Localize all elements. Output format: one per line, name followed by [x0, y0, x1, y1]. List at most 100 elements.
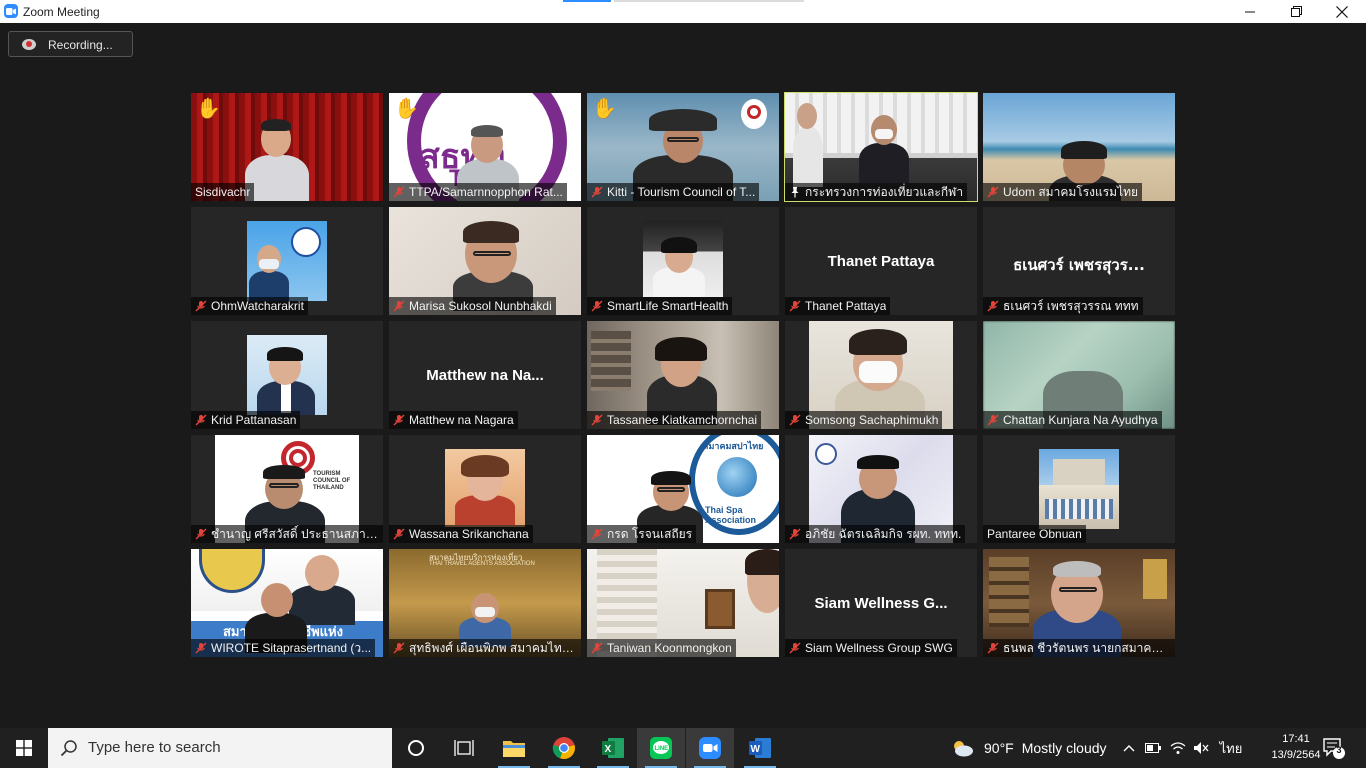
participant-name: TTPA/Samarnnopphon Rat...: [389, 183, 567, 201]
weather-description: Mostly cloudy: [1021, 740, 1107, 756]
participant-name: Pantaree Obnuan: [983, 525, 1086, 543]
participant-display-name: Matthew na Na...: [426, 367, 544, 384]
minimize-button[interactable]: [1227, 0, 1273, 23]
muted-mic-icon: [987, 186, 999, 198]
network-button[interactable]: [1166, 728, 1190, 768]
muted-mic-icon: [591, 300, 603, 312]
participant-name: Wassana Srikanchana: [389, 525, 533, 543]
weather-temperature: 90°F: [984, 740, 1014, 756]
participant-name: Krid Pattanasan: [191, 411, 301, 429]
restore-button[interactable]: [1273, 0, 1319, 23]
participant-name: Taniwan Koonmongkon: [587, 639, 736, 657]
participant-name: Siam Wellness Group SWG: [785, 639, 957, 657]
taskbar-clock[interactable]: 17:41 13/9/2564: [1269, 731, 1323, 763]
start-button[interactable]: [0, 728, 48, 768]
line-button[interactable]: LINE: [637, 728, 685, 768]
participant-tile[interactable]: ✋ Kitti - Tourism Council of T...: [587, 93, 779, 201]
participant-tile[interactable]: Marisa Sukosol Nunbhakdi: [389, 207, 581, 315]
participant-tile[interactable]: SmartLife SmartHealth: [587, 207, 779, 315]
window-titlebar: Zoom Meeting: [0, 0, 1366, 23]
participant-tile[interactable]: สมาคมบั...อาชีพแห่ง WIROTE Sitaprasertna…: [191, 549, 383, 657]
participant-tile[interactable]: Chattan Kunjara Na Ayudhya: [983, 321, 1175, 429]
word-icon: W: [749, 738, 771, 758]
participant-tile[interactable]: TOURISM COUNCIL OF THAILAND ชำนาญ ศรีสวั…: [191, 435, 383, 543]
participant-tile[interactable]: ธนพล ชีวรัตนพร นายกสมาคม ...: [983, 549, 1175, 657]
close-button[interactable]: [1319, 0, 1365, 23]
participant-name: ธนพล ชีวรัตนพร นายกสมาคม ...: [983, 639, 1175, 657]
raised-hand-icon: ✋: [592, 98, 617, 120]
participant-tile[interactable]: สมาคมไทยบริการท่องเที่ยว THAI TRAVEL AGE…: [389, 549, 581, 657]
participant-name: อภิชัย ฉัตรเฉลิมกิจ รผท. ททท.: [785, 525, 966, 543]
logo-sub: THAI TRAVEL AGENTS ASSOCIATION: [429, 561, 535, 567]
excel-button[interactable]: X: [589, 728, 637, 768]
participant-tile[interactable]: สธทท TTPA ✋ TTPA/Samarnnopphon Rat...: [389, 93, 581, 201]
participant-tile[interactable]: OhmWatcharakrit: [191, 207, 383, 315]
participant-name: Somsong Sachaphimukh: [785, 411, 943, 429]
input-language: ไทย: [1219, 740, 1243, 756]
participant-name: Chattan Kunjara Na Ayudhya: [983, 411, 1162, 429]
chrome-button[interactable]: [540, 728, 588, 768]
svg-text:LINE: LINE: [655, 746, 669, 752]
participant-tile[interactable]: Pantaree Obnuan: [983, 435, 1175, 543]
participant-tile[interactable]: ✋ Sisdivachr: [191, 93, 383, 201]
muted-mic-icon: [591, 186, 603, 198]
participant-tile[interactable]: Matthew na Na... Matthew na Nagara: [389, 321, 581, 429]
battery-icon: [1145, 743, 1161, 753]
participant-tile-active-speaker[interactable]: กระทรวงการท่องเที่ยวและกีฬา: [784, 92, 978, 202]
pin-icon: [791, 187, 799, 198]
line-app-icon: LINE: [650, 737, 672, 759]
muted-mic-icon: [393, 528, 405, 540]
zoom-button[interactable]: [686, 728, 734, 768]
raised-hand-icon: ✋: [196, 98, 221, 120]
cortana-button[interactable]: [392, 728, 440, 768]
folder-icon: [503, 741, 525, 757]
volume-button[interactable]: [1190, 728, 1212, 768]
muted-mic-icon: [195, 642, 207, 654]
svg-text:W: W: [751, 744, 761, 755]
participant-name: Kitti - Tourism Council of T...: [587, 183, 760, 201]
input-language-button[interactable]: ไทย: [1216, 728, 1246, 768]
show-hidden-icons-button[interactable]: [1118, 728, 1140, 768]
participant-name: กรด โรจนเสถียร: [587, 525, 697, 543]
participant-name: Thanet Pattaya: [785, 297, 891, 315]
cloudy-weather-icon: [954, 741, 973, 757]
muted-mic-icon: [195, 300, 207, 312]
task-view-icon: [454, 740, 474, 756]
word-button[interactable]: W: [736, 728, 784, 768]
participant-tile[interactable]: Somsong Sachaphimukh: [785, 321, 977, 429]
windows-taskbar: Type here to search X LINE W 90°F Mostly…: [0, 728, 1366, 768]
titlebar-divider: [614, 0, 804, 2]
logo-text: สมาคมสปาไทย: [703, 441, 764, 451]
task-view-button[interactable]: [440, 728, 488, 768]
battery-button[interactable]: [1142, 728, 1164, 768]
participant-tile[interactable]: อภิชัย ฉัตรเฉลิมกิจ รผท. ททท.: [785, 435, 977, 543]
recording-indicator[interactable]: Recording...: [8, 31, 133, 57]
file-explorer-button[interactable]: [490, 728, 538, 768]
search-icon: [60, 740, 77, 757]
participant-tile[interactable]: Tassanee Kiatkamchornchai: [587, 321, 779, 429]
participant-name: Sisdivachr: [191, 183, 255, 201]
participant-name: Marisa Sukosol Nunbhakdi: [389, 297, 556, 315]
taskbar-search-box[interactable]: Type here to search: [48, 728, 392, 768]
recording-icon: [22, 39, 36, 50]
participant-tile[interactable]: Wassana Srikanchana: [389, 435, 581, 543]
window-title: Zoom Meeting: [23, 5, 100, 19]
excel-icon: X: [602, 738, 624, 758]
volume-muted-icon: [1194, 742, 1209, 754]
weather-widget[interactable]: 90°F Mostly cloudy: [950, 728, 1107, 768]
participant-tile[interactable]: ธเนศวร์ เพชรสุวร... ธเนศวร์ เพชรสุวรรณ ท…: [983, 207, 1175, 315]
participant-tile[interactable]: สมาคมสปาไทย Thai Spa Association กรด โรจ…: [587, 435, 779, 543]
participant-tile[interactable]: Taniwan Koonmongkon: [587, 549, 779, 657]
participant-tile[interactable]: Siam Wellness G... Siam Wellness Group S…: [785, 549, 977, 657]
windows-logo-icon: [16, 740, 32, 756]
participant-tile[interactable]: Thanet Pattaya Thanet Pattaya: [785, 207, 977, 315]
participant-tile[interactable]: Udom สมาคมโรงแรมไทย: [983, 93, 1175, 201]
minimize-icon: [1244, 11, 1255, 13]
svg-text:X: X: [605, 744, 612, 755]
muted-mic-icon: [789, 528, 801, 540]
notification-center-button[interactable]: 3: [1322, 736, 1346, 765]
participant-name: Tassanee Kiatkamchornchai: [587, 411, 762, 429]
participant-tile[interactable]: Krid Pattanasan: [191, 321, 383, 429]
cortana-icon: [408, 740, 424, 756]
chrome-icon: [552, 737, 575, 760]
